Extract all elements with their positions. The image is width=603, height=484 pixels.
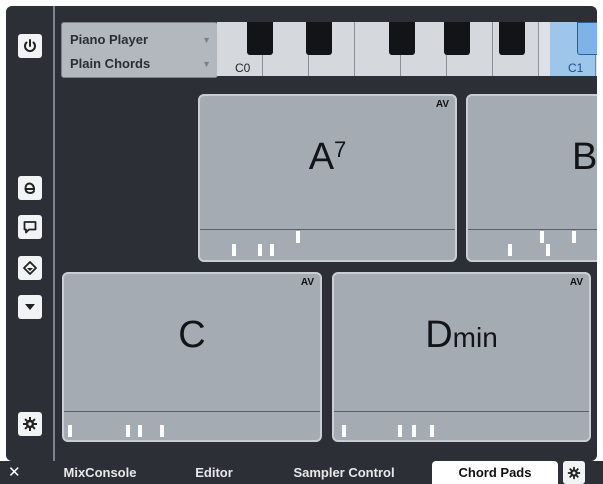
chord-pads-panel: Piano Player ▼ Plain Chords ▼ C0 C1 AV A…: [6, 6, 597, 461]
voicing-note-marker: [508, 244, 512, 256]
player-voicing-select[interactable]: Plain Chords: [70, 56, 150, 71]
pad-divider: [64, 411, 320, 412]
pad-divider: [468, 229, 597, 230]
voicing-note-marker: [258, 244, 262, 256]
chord-pad-a7[interactable]: AV A7: [198, 94, 457, 262]
close-icon[interactable]: ✕: [8, 461, 21, 484]
voicing-note-marker: [572, 231, 576, 243]
tag-icon: [23, 261, 37, 275]
voicing-note-marker: [430, 425, 434, 437]
black-key[interactable]: [306, 22, 332, 55]
pad-av-badge: AV: [435, 99, 449, 110]
power-icon: [24, 39, 36, 52]
pad-chord-label: Dmin: [425, 314, 498, 356]
pad-divider: [334, 411, 589, 412]
left-toolbar: [6, 6, 54, 461]
tab-sampler-control[interactable]: Sampler Control: [268, 461, 420, 484]
voicing-note-marker: [540, 231, 544, 243]
key-label: C1: [568, 61, 584, 75]
voicing-note-marker: [232, 244, 236, 256]
voicing-note-marker: [68, 425, 72, 437]
edit-button[interactable]: [18, 176, 42, 200]
tag-button[interactable]: [18, 256, 42, 280]
chord-pad-dmin[interactable]: AV Dmin: [332, 272, 591, 442]
toolbar-divider: [53, 6, 55, 461]
tab-chord-pads[interactable]: Chord Pads: [432, 461, 558, 484]
chevron-down-icon: ▼: [202, 35, 211, 45]
speech-bubble-icon: [23, 221, 37, 234]
player-instrument-select[interactable]: Piano Player: [70, 32, 148, 47]
pad-av-badge: AV: [300, 277, 314, 288]
chevron-down-icon: ▼: [202, 59, 211, 69]
voicing-note-marker: [270, 244, 274, 256]
pad-chord-label: B: [572, 136, 597, 178]
voicing-note-marker: [412, 425, 416, 437]
black-key-active[interactable]: [577, 22, 597, 55]
power-button[interactable]: [18, 34, 42, 58]
comment-button[interactable]: [18, 215, 42, 239]
voicing-note-marker: [160, 425, 164, 437]
voicing-note-marker: [138, 425, 142, 437]
player-selector: Piano Player ▼ Plain Chords ▼: [61, 22, 218, 78]
pad-divider: [200, 229, 455, 230]
lower-zone-tabs: ✕ MixConsole Editor Sampler Control Chor…: [0, 461, 603, 484]
edit-e-icon: [24, 182, 36, 195]
settings-button[interactable]: [18, 412, 42, 436]
lower-zone-settings-button[interactable]: [563, 461, 585, 484]
voicing-note-marker: [126, 425, 130, 437]
pad-chord-label: A7: [308, 136, 347, 178]
gear-icon: [23, 417, 37, 431]
pad-chord-label: C: [178, 314, 206, 356]
pad-av-badge: AV: [569, 277, 583, 288]
tab-mixconsole[interactable]: MixConsole: [40, 461, 160, 484]
voicing-note-marker: [296, 231, 300, 243]
dropdown-button[interactable]: [18, 295, 42, 319]
black-key[interactable]: [247, 22, 273, 55]
key-label: C0: [235, 61, 251, 75]
voicing-note-marker: [398, 425, 402, 437]
black-key[interactable]: [499, 22, 525, 55]
triangle-down-icon: [25, 304, 35, 310]
piano-keyboard[interactable]: C0 C1: [217, 22, 597, 76]
voicing-note-marker: [546, 244, 550, 256]
black-key[interactable]: [444, 22, 470, 55]
voicing-note-marker: [342, 425, 346, 437]
chord-pad-b[interactable]: AV B: [466, 94, 597, 262]
black-key[interactable]: [389, 22, 415, 55]
chord-pad-c[interactable]: AV C: [62, 272, 322, 442]
tab-editor[interactable]: Editor: [176, 461, 252, 484]
gear-icon: [567, 466, 581, 479]
